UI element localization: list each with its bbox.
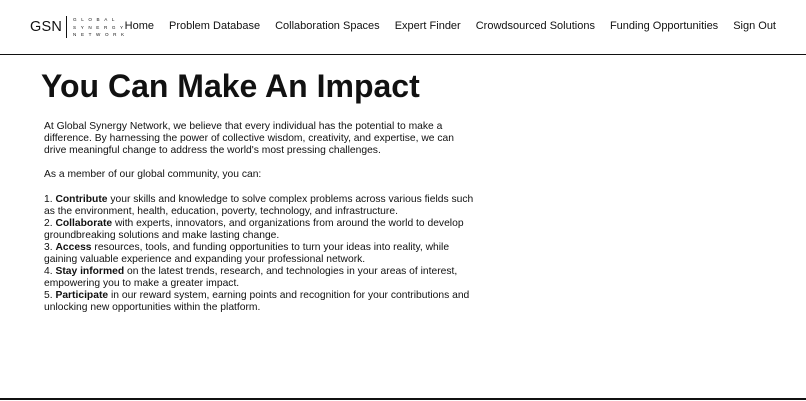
main-nav: Home Problem Database Collaboration Spac… (125, 18, 776, 34)
list-item-text: in our reward system, earning points and… (44, 290, 470, 314)
list-item-keyword: Participate (55, 290, 109, 302)
nav-sign-out[interactable]: Sign Out (733, 18, 776, 34)
list-item-number: 5. (44, 290, 56, 302)
nav-crowdsourced-solutions[interactable]: Crowdsourced Solutions (476, 18, 595, 34)
benefits-list: 1. Contribute your skills and knowledge … (44, 194, 474, 315)
page-title: You Can Make An Impact (41, 68, 420, 104)
list-item: 3. Access resources, tools, and funding … (44, 242, 474, 266)
nav-home[interactable]: Home (125, 18, 154, 34)
logo-line-1: GLOBAL (73, 17, 120, 22)
logo[interactable]: GSN GLOBAL SYNERGY NETWORK (30, 15, 129, 39)
list-item-keyword: Access (55, 241, 92, 253)
impact-description: At Global Synergy Network, we believe th… (44, 121, 474, 315)
nav-funding-opportunities[interactable]: Funding Opportunities (610, 18, 718, 34)
list-item: 2. Collaborate with experts, innovators,… (44, 218, 474, 242)
nav-problem-database[interactable]: Problem Database (169, 18, 260, 34)
logo-line-3: NETWORK (73, 32, 129, 37)
bottom-divider (0, 398, 806, 400)
member-intro-paragraph: As a member of our global community, you… (44, 169, 262, 181)
site-header: GSN GLOBAL SYNERGY NETWORK Home Problem … (0, 0, 806, 55)
list-item-number: 3. (44, 241, 56, 253)
list-item-text: your skills and knowledge to solve compl… (44, 193, 474, 217)
nav-expert-finder[interactable]: Expert Finder (395, 18, 461, 34)
logo-mark: GSN (30, 19, 63, 35)
list-item: 4. Stay informed on the latest trends, r… (44, 266, 474, 290)
list-item-keyword: Stay informed (55, 266, 125, 278)
list-item-number: 4. (44, 266, 56, 278)
list-item: 1. Contribute your skills and knowledge … (44, 194, 474, 218)
logo-wordmark: GLOBAL SYNERGY NETWORK (73, 16, 129, 38)
list-item-keyword: Contribute (55, 193, 108, 205)
logo-line-2: SYNERGY (73, 24, 128, 30)
list-item-keyword: Collaborate (55, 217, 113, 229)
logo-divider (66, 16, 68, 38)
list-item: 5. Participate in our reward system, ear… (44, 290, 474, 314)
nav-collaboration-spaces[interactable]: Collaboration Spaces (275, 18, 380, 34)
list-item-text: resources, tools, and funding opportunit… (44, 241, 450, 266)
list-item-number: 2. (44, 217, 56, 229)
intro-paragraph: At Global Synergy Network, we believe th… (44, 121, 454, 157)
list-item-number: 1. (44, 193, 56, 205)
